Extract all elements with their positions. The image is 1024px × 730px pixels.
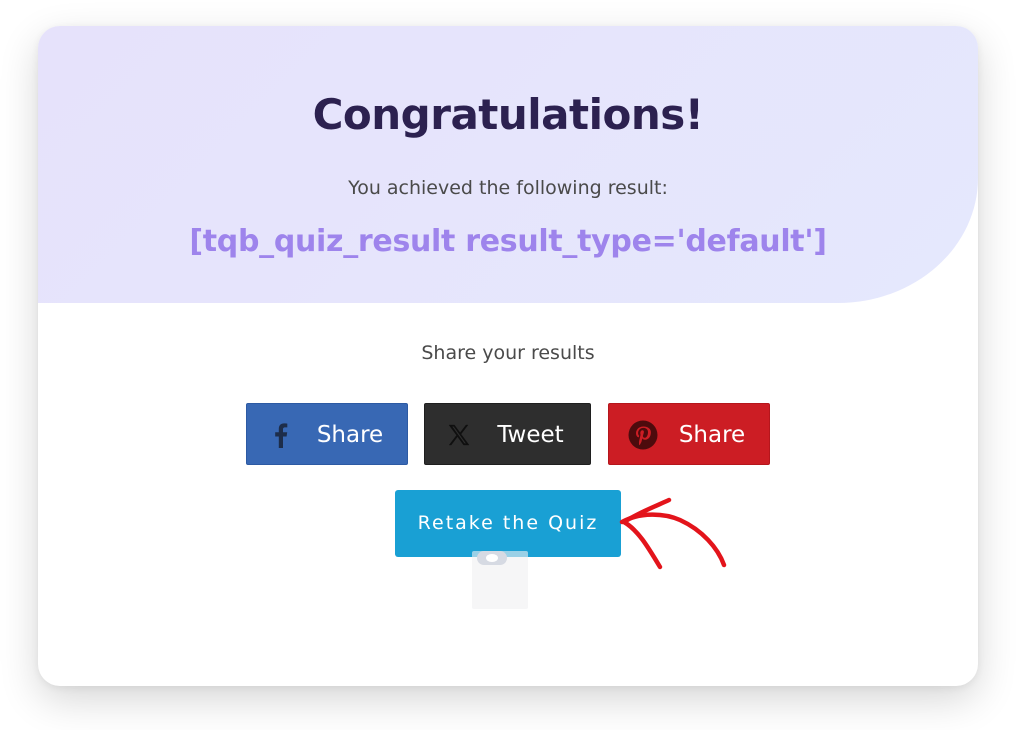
result-subtitle: You achieved the following result: xyxy=(348,177,668,199)
x-tweet-button[interactable]: Tweet xyxy=(424,403,591,465)
facebook-share-button[interactable]: Share xyxy=(246,403,408,465)
facebook-icon xyxy=(265,419,297,451)
retake-quiz-button[interactable]: Retake the Quiz xyxy=(395,490,621,557)
toggle-icon xyxy=(477,551,507,565)
x-tweet-label: Tweet xyxy=(497,422,564,448)
ghost-toggle-overlay xyxy=(472,551,528,609)
pinterest-share-label: Share xyxy=(678,422,746,448)
result-hero-banner xyxy=(38,26,978,303)
page-background: Congratulations! You achieved the follow… xyxy=(0,0,1024,730)
x-twitter-icon xyxy=(443,419,475,451)
share-results-label: Share your results xyxy=(421,342,595,364)
pinterest-icon xyxy=(627,419,659,451)
pinterest-share-button[interactable]: Share xyxy=(608,403,770,465)
quiz-result-card: Congratulations! You achieved the follow… xyxy=(38,26,978,686)
page-title: Congratulations! xyxy=(312,90,704,139)
quiz-result-shortcode: [tqb_quiz_result result_type='default'] xyxy=(189,224,827,259)
facebook-share-label: Share xyxy=(316,422,384,448)
